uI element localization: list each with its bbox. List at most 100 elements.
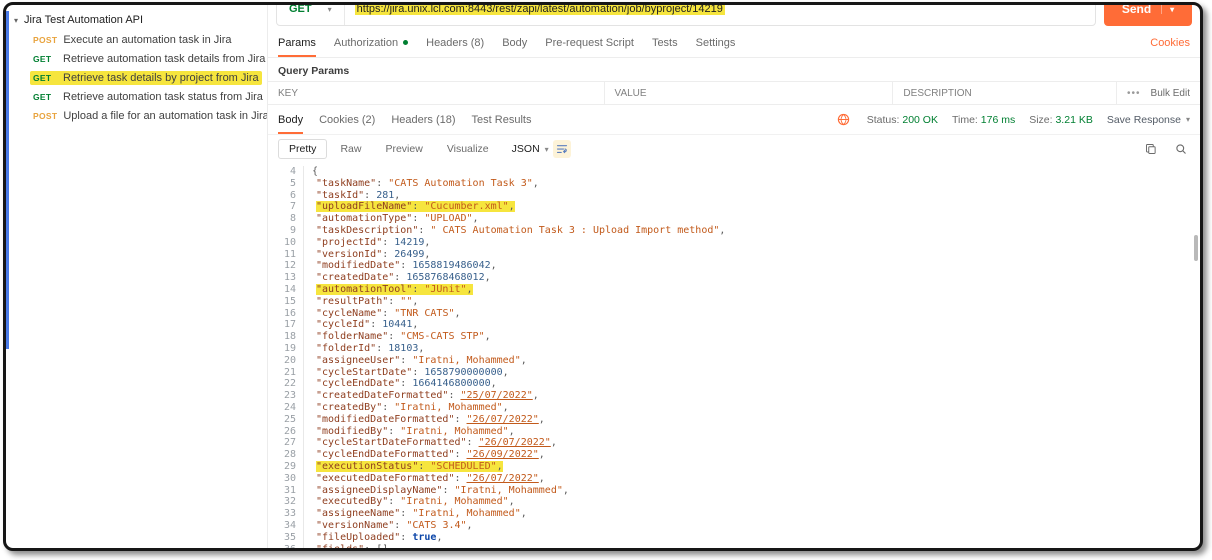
code-line: 19"folderId": 18103, xyxy=(268,343,1200,355)
code-line: 18"folderName": "CMS-CATS STP", xyxy=(268,331,1200,343)
view-tab-preview[interactable]: Preview xyxy=(374,139,433,159)
method-badge: GET xyxy=(33,54,57,64)
line-number: 8 xyxy=(268,213,304,225)
sidebar-item-execute-an-automation-task-in-jira[interactable]: POSTExecute an automation task in Jira xyxy=(6,30,267,49)
bulk-edit-button[interactable]: Bulk Edit xyxy=(1151,88,1190,99)
code-line: 33"assigneeName": "Iratni, Mohammed", xyxy=(268,508,1200,520)
code-line: 32"executedBy": "Iratni, Mohammed", xyxy=(268,496,1200,508)
code-line: 6"taskId": 281, xyxy=(268,190,1200,202)
column-header-description[interactable]: DESCRIPTION xyxy=(892,82,1116,104)
status-badge: Status: 200 OK xyxy=(867,114,938,126)
word-wrap-icon[interactable] xyxy=(553,140,571,158)
response-tab-cookies-2[interactable]: Cookies (2) xyxy=(319,105,375,134)
view-tab-pretty[interactable]: Pretty xyxy=(278,139,327,159)
response-tabs-list: Body Cookies (2) Headers (18) Test Results xyxy=(278,105,531,134)
method-badge: GET xyxy=(33,73,57,83)
tab-tests[interactable]: Tests xyxy=(652,28,678,57)
response-tab-test-results[interactable]: Test Results xyxy=(472,105,532,134)
request-list: POSTExecute an automation task in JiraGE… xyxy=(6,30,267,125)
code-line: 8"automationType": "UPLOAD", xyxy=(268,213,1200,225)
main-panel: GET ▾ https://jira.unix.lcl.com:8443/res… xyxy=(268,5,1200,548)
code-line: 22"cycleEndDate": 1664146800000, xyxy=(268,378,1200,390)
line-number: 29 xyxy=(268,461,304,473)
response-body[interactable]: 4{5"taskName": "CATS Automation Task 3",… xyxy=(268,163,1200,548)
column-header-value[interactable]: VALUE xyxy=(604,82,893,104)
request-name: Retrieve automation task status from Jir… xyxy=(63,91,263,103)
sidebar-item-upload-a-file-for-an-automation-task-in-jira-ko[interactable]: POSTUpload a file for an automation task… xyxy=(6,106,267,125)
code-line: 30"executedDateFormatted": "26/07/2022", xyxy=(268,473,1200,485)
line-number: 9 xyxy=(268,225,304,237)
send-label: Send xyxy=(1122,5,1151,16)
tab-params[interactable]: Params xyxy=(278,28,316,57)
copy-icon[interactable] xyxy=(1142,140,1160,158)
code-line: 4{ xyxy=(268,166,1200,178)
code-line: 29"executionStatus": "SCHEDULED", xyxy=(268,461,1200,473)
more-options-icon[interactable]: ••• xyxy=(1127,88,1141,99)
line-number: 5 xyxy=(268,178,304,190)
view-tab-visualize[interactable]: Visualize xyxy=(436,139,500,159)
code-line: 15"resultPath": "", xyxy=(268,296,1200,308)
vertical-scrollbar[interactable] xyxy=(1194,235,1198,261)
line-number: 28 xyxy=(268,449,304,461)
line-number: 10 xyxy=(268,237,304,249)
url-bar: GET ▾ https://jira.unix.lcl.com:8443/res… xyxy=(268,5,1200,28)
network-icon[interactable] xyxy=(835,111,853,129)
code-line: 12"modifiedDate": 1658819486042, xyxy=(268,260,1200,272)
line-number: 11 xyxy=(268,249,304,261)
view-tab-raw[interactable]: Raw xyxy=(329,139,372,159)
request-name: Retrieve automation task details from Ji… xyxy=(63,53,265,65)
collection-row[interactable]: ▾ Jira Test Automation API xyxy=(6,12,267,30)
line-number: 21 xyxy=(268,367,304,379)
search-icon[interactable] xyxy=(1172,140,1190,158)
line-number: 25 xyxy=(268,414,304,426)
format-label: JSON xyxy=(512,143,540,155)
send-button[interactable]: Send ▾ xyxy=(1104,5,1192,26)
app-window: ▾ Jira Test Automation API POSTExecute a… xyxy=(3,2,1203,551)
cookies-link[interactable]: Cookies xyxy=(1150,37,1190,49)
tab-pre-request-script[interactable]: Pre-request Script xyxy=(545,28,634,57)
sidebar-item-retrieve-automation-task-details-from-jira[interactable]: GET Retrieve automation task details from… xyxy=(6,49,267,68)
code-line: 5"taskName": "CATS Automation Task 3", xyxy=(268,178,1200,190)
code-line: 34"versionName": "CATS 3.4", xyxy=(268,520,1200,532)
query-params-table: KEY VALUE DESCRIPTION ••• Bulk Edit xyxy=(268,81,1200,105)
code-line: 27"cycleStartDateFormatted": "26/07/2022… xyxy=(268,437,1200,449)
line-number: 22 xyxy=(268,378,304,390)
code-line: 14"automationTool": "JUnit", xyxy=(268,284,1200,296)
line-number: 24 xyxy=(268,402,304,414)
tab-body[interactable]: Body xyxy=(502,28,527,57)
code-line: 16"cycleName": "TNR CATS", xyxy=(268,308,1200,320)
line-number: 23 xyxy=(268,390,304,402)
line-number: 6 xyxy=(268,190,304,202)
code-line: 25"modifiedDateFormatted": "26/07/2022", xyxy=(268,414,1200,426)
code-line: 13"createdDate": 1658768468012, xyxy=(268,272,1200,284)
chevron-down-icon: ▾ xyxy=(1186,115,1190,124)
screenshot-canvas: ▾ Jira Test Automation API POSTExecute a… xyxy=(0,0,1212,560)
response-tab-body[interactable]: Body xyxy=(278,105,303,134)
sidebar-item-retrieve-task-details-by-project-from-jira[interactable]: GETRetrieve task details by project from… xyxy=(6,68,267,87)
column-header-key[interactable]: KEY xyxy=(268,82,604,104)
code-lines: 4{5"taskName": "CATS Automation Task 3",… xyxy=(268,166,1200,548)
line-number: 32 xyxy=(268,496,304,508)
tab-headers-8[interactable]: Headers (8) xyxy=(426,28,484,57)
send-dropdown-icon[interactable]: ▾ xyxy=(1161,5,1174,14)
method-selector[interactable]: GET ▾ xyxy=(277,5,345,25)
tab-settings[interactable]: Settings xyxy=(696,28,736,57)
response-tab-headers-18[interactable]: Headers (18) xyxy=(391,105,455,134)
tab-authorization[interactable]: Authorization xyxy=(334,28,408,57)
method-label: GET xyxy=(289,5,312,15)
method-badge: POST xyxy=(33,35,57,45)
code-line: 31"assigneeDisplayName": "Iratni, Mohamm… xyxy=(268,485,1200,497)
format-dropdown[interactable]: JSON ▾ xyxy=(512,143,549,155)
response-meta: BodyCookies (2)Headers (18)Test Results … xyxy=(268,105,1200,135)
line-number: 27 xyxy=(268,437,304,449)
method-badge: POST xyxy=(33,111,57,121)
line-number: 12 xyxy=(268,260,304,272)
line-number: 33 xyxy=(268,508,304,520)
query-params-label: Query Params xyxy=(268,58,1200,81)
response-toolbar: PrettyRawPreviewVisualize JSON ▾ xyxy=(268,135,1200,163)
save-response-button[interactable]: Save Response ▾ xyxy=(1107,114,1190,126)
url-input[interactable]: https://jira.unix.lcl.com:8443/rest/zapi… xyxy=(345,5,725,15)
sidebar-item-retrieve-automation-task-status-from-jira[interactable]: GETRetrieve automation task status from … xyxy=(6,87,267,106)
line-number: 7 xyxy=(268,201,304,213)
line-number: 18 xyxy=(268,331,304,343)
